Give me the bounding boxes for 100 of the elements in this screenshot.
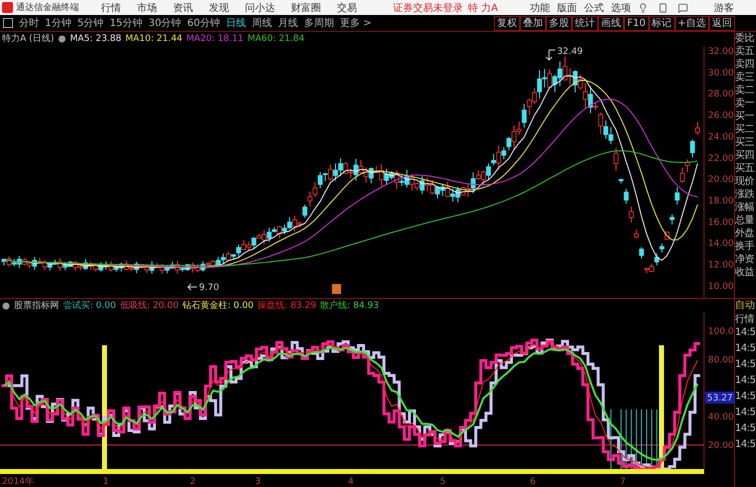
phone-icon[interactable] xyxy=(658,2,668,12)
moving-average-label: MA5: 23.88 xyxy=(70,34,122,44)
menu-item[interactable]: 行情 xyxy=(101,0,121,14)
menu-item[interactable]: 财富圈 xyxy=(291,0,321,14)
login-status[interactable]: 证券交易未登录 xyxy=(393,0,463,14)
indicator-axis-label: 40.00 xyxy=(708,412,734,423)
menu-item[interactable]: 公式 xyxy=(584,0,604,14)
menu-item[interactable]: 交易 xyxy=(337,0,357,14)
tool-button[interactable]: 画线 xyxy=(598,16,624,30)
quote-field-label: 卖二 xyxy=(735,84,755,97)
period-tab[interactable]: 多周期 xyxy=(304,16,334,30)
moving-average-label: MA20: 18.11 xyxy=(186,34,244,44)
price-axis-label: 32.00 xyxy=(708,46,734,57)
period-tab[interactable]: 更多 > xyxy=(340,16,372,30)
indicator-line-label: 散户线: 84.93 xyxy=(320,300,379,312)
moving-average-label: MA60: 21.84 xyxy=(247,34,304,44)
trade-time: 14:5 xyxy=(735,374,756,388)
marker-icon xyxy=(332,284,341,294)
period-tab[interactable]: 5分钟 xyxy=(77,16,104,30)
square-icon[interactable] xyxy=(3,18,13,28)
quote-field-label: 买五 xyxy=(735,162,756,175)
period-tab[interactable]: 日线 xyxy=(226,16,246,30)
menu-item[interactable]: 发现 xyxy=(209,0,229,14)
app-title: 通达信金融终端 xyxy=(16,2,79,14)
chart-title: 特力A (日线) xyxy=(2,32,54,46)
trade-time: 14:5 xyxy=(735,358,756,372)
quote-field-label: 总量 xyxy=(735,214,755,227)
price-axis-label: 20.00 xyxy=(708,175,734,186)
menu-item[interactable]: 问小达 xyxy=(245,0,275,14)
indicator-title: 股票指标网 xyxy=(14,300,59,312)
time-axis-label: 1 xyxy=(103,477,109,487)
price-axis-label: 30.00 xyxy=(708,68,734,78)
tool-button[interactable]: F10 xyxy=(624,16,649,30)
tool-button[interactable]: 叠加 xyxy=(520,16,546,30)
trade-time: 14:5 xyxy=(735,342,756,356)
indicator-line-label: 低吸线: 20.00 xyxy=(120,300,179,312)
period-tab[interactable]: 60分钟 xyxy=(187,16,220,30)
time-axis-label: 2014年 xyxy=(2,477,34,487)
menu-item[interactable]: 市场 xyxy=(137,0,157,14)
price-axis-label: 14.00 xyxy=(708,239,734,250)
period-tab[interactable]: 30分钟 xyxy=(148,16,182,30)
time-axis-label: 5 xyxy=(440,477,446,487)
period-tab[interactable]: 15分钟 xyxy=(110,16,142,30)
stock-name: 特 力A xyxy=(468,2,498,14)
period-tab[interactable]: 1分钟 xyxy=(45,16,72,30)
candlestick xyxy=(670,214,674,225)
period-tab[interactable]: 周线 xyxy=(252,16,272,30)
trade-time: 14:5 xyxy=(735,406,756,420)
time-axis-label: 7 xyxy=(620,477,626,487)
period-tab[interactable]: 月线 xyxy=(278,16,298,30)
tool-button[interactable]: +自选 xyxy=(674,16,709,30)
indicator-line-label: 操盘线: 83.29 xyxy=(258,300,316,312)
candlestick xyxy=(695,121,700,136)
message-icon[interactable] xyxy=(678,2,688,12)
indicator-line-label: 尝试买: 0.00 xyxy=(63,300,116,312)
candlestick xyxy=(664,231,670,240)
tool-button[interactable]: 返回 xyxy=(709,16,735,30)
quote-field-label: 净资 xyxy=(735,253,755,266)
indicator-axis-label: 20.00 xyxy=(708,441,734,452)
price-axis-label: 16.00 xyxy=(708,218,734,228)
market-label: 行情 xyxy=(735,313,756,326)
candlestick xyxy=(639,246,644,260)
candlestick xyxy=(674,186,680,206)
auto-label[interactable]: 自动 xyxy=(735,299,756,313)
quote-field-label: 外盘 xyxy=(735,227,755,240)
quote-field-label: 买二 xyxy=(735,123,755,136)
quote-field-label: 现价 xyxy=(735,175,755,188)
candlestick xyxy=(618,178,624,184)
candlestick xyxy=(614,148,618,172)
time-axis-label: 3 xyxy=(255,477,261,487)
quote-field-label: 买四 xyxy=(735,149,755,162)
price-axis-label: 22.00 xyxy=(708,154,734,164)
quote-field-label: 卖一 xyxy=(735,97,755,110)
menu-item[interactable]: 资讯 xyxy=(173,0,193,14)
quote-field-label: 买一 xyxy=(735,110,755,123)
app-logo-icon xyxy=(2,2,13,13)
menu-item[interactable]: 功能 xyxy=(530,0,550,14)
low-price-label: 9.70 xyxy=(199,282,220,293)
menu-item[interactable]: 选项 xyxy=(611,0,632,14)
tool-button[interactable]: 标记 xyxy=(648,16,675,30)
price-axis-label: 18.00 xyxy=(708,196,734,206)
lightbulb-icon[interactable] xyxy=(638,2,648,12)
quote-field-label: 涨跌 xyxy=(735,188,755,201)
quote-field-label: 卖五 xyxy=(735,45,756,58)
price-axis-label: 24.00 xyxy=(708,132,734,142)
tool-button[interactable]: 多股 xyxy=(546,16,572,30)
trade-time: 14:5 xyxy=(735,326,756,340)
quote-field-label: 委比 xyxy=(735,32,755,45)
period-tab[interactable]: 分时 xyxy=(19,16,39,30)
quote-field-label: 买三 xyxy=(735,136,755,149)
price-axis-label: 10.00 xyxy=(708,282,734,292)
tool-button[interactable]: 复权 xyxy=(494,16,520,30)
tool-button[interactable]: 统计 xyxy=(572,16,598,30)
indicator-line-label: 钻石黄金柱: 0.00 xyxy=(182,300,254,312)
quote-field-label: 收益 xyxy=(735,266,756,279)
menu-item[interactable]: 版面 xyxy=(557,0,578,14)
price-axis-label: 12.00 xyxy=(708,260,734,271)
indicator-axis-label: 100.0 xyxy=(708,327,734,338)
user-label[interactable]: 游客 xyxy=(714,0,734,14)
quote-field-label: 换手 xyxy=(735,240,755,253)
